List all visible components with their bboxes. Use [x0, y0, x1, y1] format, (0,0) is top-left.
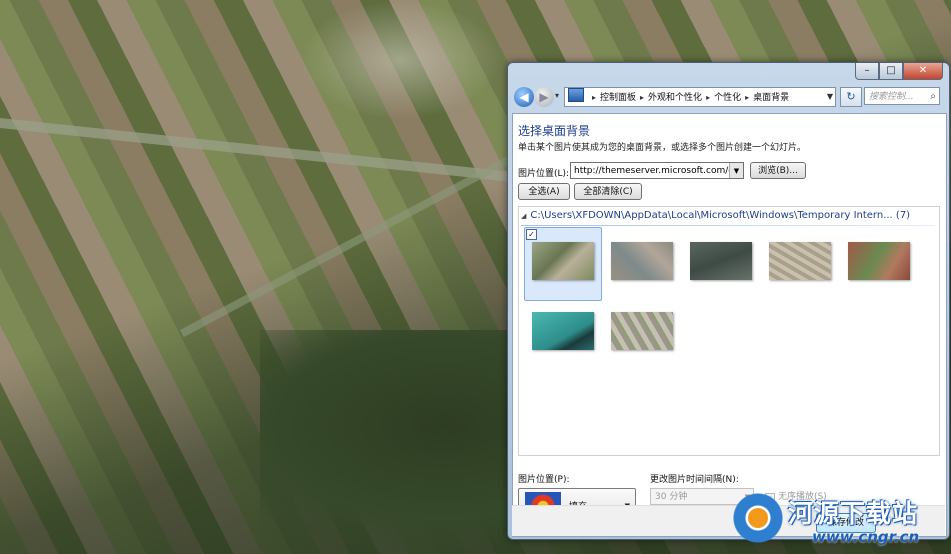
window-controls: – □ ✕ — [855, 63, 943, 80]
breadcrumb-separator: ▸ — [706, 93, 711, 102]
clear-all-button[interactable]: 全部清除(C) — [574, 183, 642, 200]
search-icon[interactable]: ⌕ — [930, 88, 936, 106]
wallpaper-thumbnail[interactable] — [848, 242, 910, 280]
refresh-button[interactable]: ↻ — [840, 87, 862, 107]
wallpaper-thumbnail[interactable] — [611, 242, 673, 280]
page-subtitle: 单击某个图片使其成为您的桌面背景，或选择多个图片创建一个幻灯片。 — [518, 143, 807, 153]
breadcrumb-separator: ▸ — [592, 93, 597, 102]
recent-pages-dropdown[interactable]: ▾ — [555, 91, 559, 100]
breadcrumb-desktop-background[interactable]: 桌面背景 — [753, 93, 789, 103]
breadcrumb-appearance[interactable]: 外观和个性化 — [648, 93, 702, 103]
picture-position-label: 图片位置(P): — [518, 475, 570, 485]
picture-location-select[interactable]: http://themeserver.microsoft.com/defa ▼ — [570, 162, 744, 179]
maximize-button[interactable]: □ — [879, 63, 903, 80]
interval-label: 更改图片时间间隔(N): — [650, 475, 739, 485]
wallpaper-thumbnail[interactable] — [611, 312, 673, 350]
control-panel-icon — [568, 88, 584, 102]
watermark-logo-center — [748, 508, 768, 528]
navigation-bar: ◀ ▶ ▾ ▸ 控制面板 ▸ 外观和个性化 ▸ 个性化 ▸ 桌面背景 ▼ ↻ 搜索控制... … — [512, 85, 945, 109]
group-divider — [521, 225, 935, 226]
wallpaper-thumbnail[interactable] — [690, 242, 752, 280]
wallpaper-thumbnail[interactable] — [769, 242, 831, 280]
select-all-button[interactable]: 全选(A) — [518, 183, 570, 200]
site-watermark: 河源下载站 www.cngr.cn — [732, 488, 951, 554]
close-button[interactable]: ✕ — [903, 63, 943, 80]
collapse-icon[interactable]: ◢ — [521, 212, 526, 220]
picture-list[interactable]: ◢ C:\Users\XFDOWN\AppData\Local\Microsoft… — [518, 206, 940, 456]
interval-value: 30 分钟 — [655, 492, 688, 502]
breadcrumb-personalization[interactable]: 个性化 — [714, 93, 741, 103]
wallpaper-thumbnail[interactable] — [532, 312, 594, 350]
content-pane: 选择桌面背景 单击某个图片使其成为您的桌面背景，或选择多个图片创建一个幻灯片。 … — [512, 113, 947, 537]
breadcrumb-separator: ▸ — [640, 93, 645, 102]
thumbnail-checkbox[interactable]: ✓ — [526, 229, 537, 240]
address-dropdown-icon[interactable]: ▼ — [827, 88, 833, 106]
minimize-button[interactable]: – — [855, 63, 879, 80]
watermark-title: 河源下载站 — [788, 499, 919, 528]
watermark-url: www.cngr.cn — [812, 528, 920, 546]
breadcrumb-control-panel[interactable]: 控制面板 — [600, 93, 636, 103]
wallpaper-town — [300, 0, 500, 120]
back-button[interactable]: ◀ — [514, 87, 534, 107]
desktop-background-window: – □ ✕ ◀ ▶ ▾ ▸ 控制面板 ▸ 外观和个性化 ▸ 个性化 ▸ 桌面背景 ▼ ↻ 搜索… — [507, 62, 950, 540]
chevron-down-icon[interactable]: ▼ — [729, 163, 743, 178]
picture-group-header[interactable]: ◢ C:\Users\XFDOWN\AppData\Local\Microsoft… — [521, 210, 935, 226]
wallpaper-thumbnail[interactable] — [532, 242, 594, 280]
forward-button[interactable]: ▶ — [534, 87, 554, 107]
title-bar[interactable]: – □ ✕ — [508, 63, 949, 83]
browse-button[interactable]: 浏览(B)... — [750, 162, 806, 179]
watermark-logo-icon — [732, 492, 784, 544]
address-bar[interactable]: ▸ 控制面板 ▸ 外观和个性化 ▸ 个性化 ▸ 桌面背景 ▼ — [564, 87, 836, 107]
page-title: 选择桌面背景 — [518, 124, 591, 138]
search-placeholder: 搜索控制... — [869, 92, 914, 102]
search-input[interactable]: 搜索控制... ⌕ — [864, 87, 940, 105]
picture-location-value: http://themeserver.microsoft.com/defa — [574, 166, 744, 176]
breadcrumb-separator: ▸ — [745, 93, 750, 102]
picture-group-path: C:\Users\XFDOWN\AppData\Local\Microsoft\… — [530, 210, 911, 221]
picture-location-label: 图片位置(L): — [518, 169, 570, 179]
